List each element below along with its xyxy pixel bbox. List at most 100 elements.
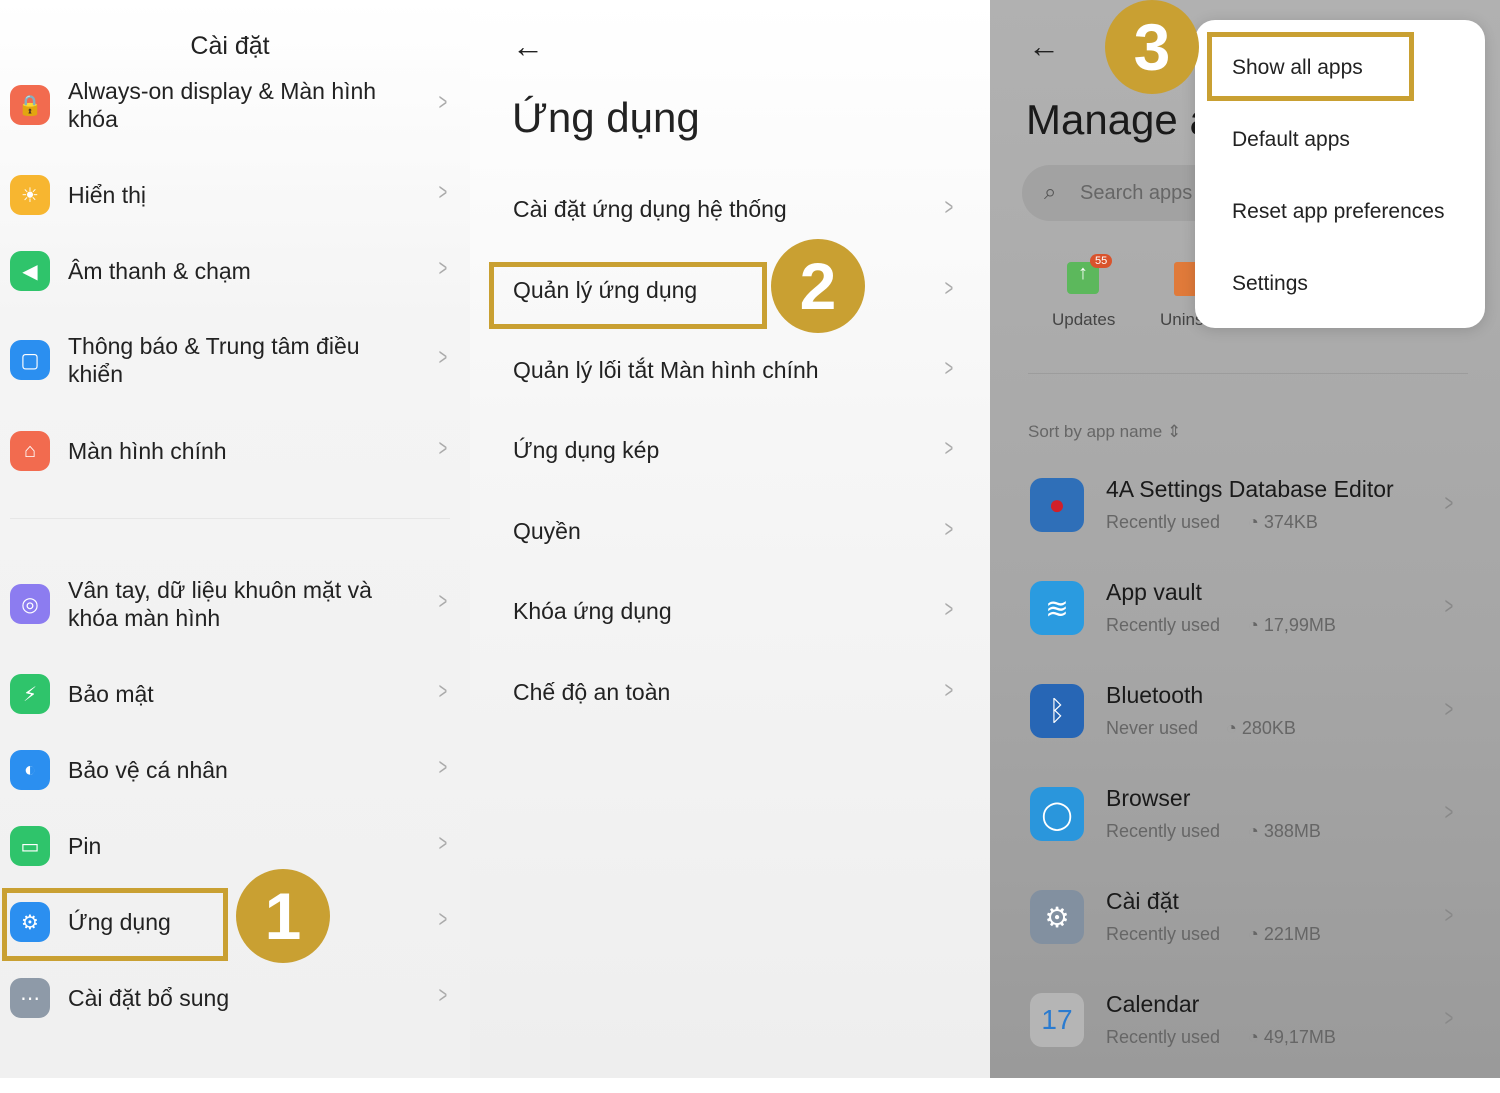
page-title: Ứng dụng <box>512 94 700 141</box>
app-size: ◔ 49,17MB <box>1248 1027 1336 1047</box>
settings-item[interactable]: ⌂ Màn hình chính > <box>0 421 470 481</box>
manage-apps-panel: ← Manage a ⌕ Search apps ↑ 55 Updates Un… <box>990 0 1500 1078</box>
highlight-box <box>1207 32 1414 101</box>
apps-menu-item[interactable]: Cài đặt ứng dụng hệ thống > <box>470 180 990 240</box>
app-size: ◔ 17,99MB <box>1248 615 1336 635</box>
chevron-right-icon: > <box>438 830 448 857</box>
apps-menu-item[interactable]: Quyền > <box>470 502 990 562</box>
menu-item-reset-app-preferences[interactable]: Reset app preferences <box>1232 200 1444 224</box>
app-list-item[interactable]: ᛒ Bluetooth Never used ◔ 280KB > <box>1030 682 1490 784</box>
apps-menu-item[interactable]: Quản lý lối tắt Màn hình chính > <box>470 341 990 401</box>
highlight-box <box>2 888 228 961</box>
settings-item[interactable]: ⋯ Cài đặt bổ sung > <box>0 968 470 1028</box>
settings-item[interactable]: ⚡ Bảo mật > <box>0 664 470 724</box>
settings-panel: Cài đặt 🔒 Always-on display & Màn hình k… <box>0 0 470 1078</box>
updates-shortcut[interactable]: ↑ 55 Updates <box>1050 250 1140 340</box>
app-usage: Recently used <box>1106 821 1221 841</box>
calendar-icon: 17 <box>1030 993 1084 1047</box>
app-list-item[interactable]: ⚙ Cài đặt Recently used ◔ 221MB > <box>1030 888 1490 990</box>
step-badge: 2 <box>771 239 865 333</box>
app-list-item[interactable]: ≋ App vault Recently used ◔ 17,99MB > <box>1030 579 1490 681</box>
storage-icon: ◔ <box>1248 924 1259 944</box>
chevron-right-icon: > <box>1444 1005 1454 1032</box>
storage-icon: ◔ <box>1248 1027 1259 1047</box>
chevron-right-icon: > <box>944 596 954 623</box>
menu-item-default-apps[interactable]: Default apps <box>1232 128 1350 152</box>
sort-dropdown[interactable]: Sort by app name ⇕ <box>1028 422 1181 442</box>
settings-db-icon: ● <box>1030 478 1084 532</box>
chevron-right-icon: > <box>438 754 448 781</box>
notification-icon: ▢ <box>10 340 50 380</box>
app-name: Bluetooth <box>1106 682 1204 708</box>
chevron-right-icon: > <box>438 255 448 282</box>
sun-icon: ☀ <box>10 175 50 215</box>
app-usage: Recently used <box>1106 512 1221 532</box>
highlight-box <box>489 262 767 329</box>
browser-icon: ◯ <box>1030 787 1084 841</box>
chevron-right-icon: > <box>944 516 954 543</box>
back-arrow-icon[interactable]: ← <box>512 28 544 65</box>
settings-item[interactable]: ▢ Thông báo & Trung tâm điều khiển > <box>0 330 470 390</box>
chevron-right-icon: > <box>1444 902 1454 929</box>
settings-item-label: Always-on display & Màn hình khóa <box>68 78 377 132</box>
app-list-item[interactable]: ◯ Browser Recently used ◔ 388MB > <box>1030 785 1490 887</box>
home-icon: ⌂ <box>10 431 50 471</box>
chevron-right-icon: > <box>438 906 448 933</box>
step-badge: 1 <box>236 869 330 963</box>
settings-item[interactable]: ▭ Pin > <box>0 816 470 876</box>
chevron-right-icon: > <box>438 344 448 371</box>
app-size: ◔ 388MB <box>1248 821 1321 841</box>
settings-item-label: Bảo vệ cá nhân <box>68 757 228 783</box>
chevron-right-icon: > <box>438 588 448 615</box>
settings-item-label: Bảo mật <box>68 681 154 707</box>
settings-item[interactable]: ◐ Bảo vệ cá nhân > <box>0 740 470 800</box>
chevron-right-icon: > <box>1444 490 1454 517</box>
divider <box>1028 373 1468 374</box>
app-size: ◔ 280KB <box>1226 718 1296 738</box>
app-name: Browser <box>1106 785 1191 811</box>
lock-icon: 🔒 <box>10 85 50 125</box>
storage-icon: ◔ <box>1248 512 1259 532</box>
settings-item-label: Pin <box>68 833 102 859</box>
apps-menu-item[interactable]: Ứng dụng kép > <box>470 421 990 481</box>
fingerprint-icon: ◎ <box>10 584 50 624</box>
chevron-right-icon: > <box>944 355 954 382</box>
app-list-item[interactable]: ● 4A Settings Database Editor Recently u… <box>1030 476 1490 578</box>
chevron-right-icon: > <box>944 194 954 221</box>
chevron-right-icon: > <box>1444 696 1454 723</box>
page-title: Manage a <box>1026 96 1213 143</box>
settings-item-label: Thông báo & Trung tâm điều khiển <box>68 333 360 387</box>
sort-icon: ⇕ <box>1166 422 1182 441</box>
storage-icon: ◔ <box>1226 718 1237 738</box>
layers-icon: ≋ <box>1030 581 1084 635</box>
app-list-item[interactable]: 17 Calendar Recently used ◔ 49,17MB > <box>1030 991 1490 1093</box>
settings-item[interactable]: ◎ Vân tay, dữ liệu khuôn mặt và khóa màn… <box>0 574 470 634</box>
apps-menu-item[interactable]: Chế độ an toàn > <box>470 663 990 723</box>
settings-item[interactable]: ☀ Hiển thị > <box>0 165 470 225</box>
chevron-right-icon: > <box>944 275 954 302</box>
storage-icon: ◔ <box>1248 615 1259 635</box>
apps-panel: ← Ứng dụng Cài đặt ứng dụng hệ thống > Q… <box>470 0 990 1078</box>
app-usage: Recently used <box>1106 1027 1221 1047</box>
app-name: 4A Settings Database Editor <box>1106 476 1394 502</box>
settings-item[interactable]: ◀ Âm thanh & chạm > <box>0 241 470 301</box>
apps-menu-item[interactable]: Khóa ứng dụng > <box>470 582 990 642</box>
update-count-badge: 55 <box>1090 254 1113 268</box>
bluetooth-icon: ᛒ <box>1030 684 1084 738</box>
app-name: App vault <box>1106 579 1202 605</box>
chevron-right-icon: > <box>944 677 954 704</box>
app-size: ◔ 374KB <box>1248 512 1318 532</box>
menu-item-settings[interactable]: Settings <box>1232 272 1308 296</box>
chevron-right-icon: > <box>438 435 448 462</box>
settings-item-label: Màn hình chính <box>68 438 227 464</box>
app-size: ◔ 221MB <box>1248 924 1321 944</box>
settings-item[interactable]: 🔒 Always-on display & Màn hình khóa > <box>0 75 470 135</box>
privacy-icon: ◐ <box>10 750 50 790</box>
back-arrow-icon[interactable]: ← <box>1028 28 1060 65</box>
settings-item-label: Vân tay, dữ liệu khuôn mặt và khóa màn h… <box>68 577 372 631</box>
chevron-right-icon: > <box>1444 593 1454 620</box>
page-title: Cài đặt <box>190 32 270 60</box>
app-name: Cài đặt <box>1106 888 1179 914</box>
gear-icon: ⚙ <box>1030 890 1084 944</box>
storage-icon: ◔ <box>1248 821 1259 841</box>
